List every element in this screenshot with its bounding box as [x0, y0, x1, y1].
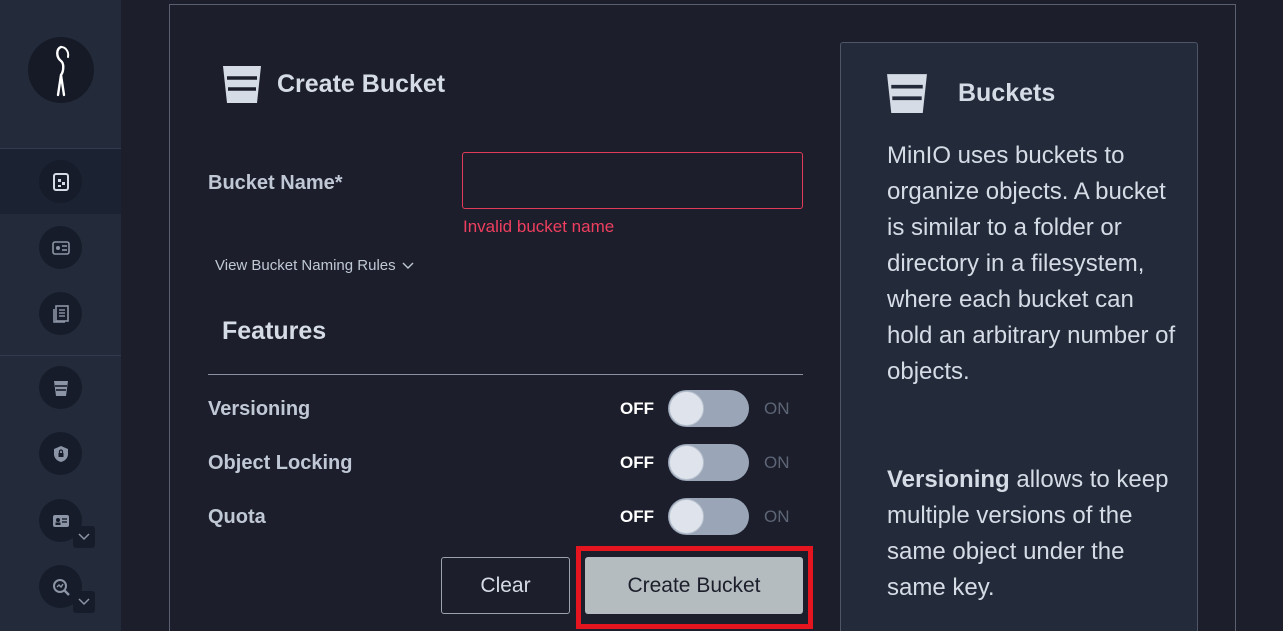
object-locking-toggle[interactable]	[668, 444, 749, 481]
create-bucket-highlight	[576, 546, 813, 629]
toggle-knob	[669, 391, 704, 426]
monitoring-expand-chevron-icon[interactable]	[73, 591, 95, 613]
rules-link-label: View Bucket Naming Rules	[215, 257, 396, 274]
versioning-on-label: ON	[764, 399, 790, 418]
bucket-name-input[interactable]	[462, 152, 803, 209]
object-locking-on-label: ON	[764, 453, 790, 472]
clear-button[interactable]: Clear	[441, 557, 570, 614]
quota-on-label: ON	[764, 507, 790, 526]
quota-off-label: OFF	[620, 507, 654, 526]
features-divider	[208, 374, 803, 375]
help-versioning-term: Versioning	[887, 466, 1010, 493]
minio-logo-icon[interactable]	[28, 37, 94, 103]
bucket-icon[interactable]	[39, 366, 82, 409]
policies-lock-icon[interactable]	[39, 432, 82, 475]
object-locking-off-label: OFF	[620, 453, 654, 472]
access-keys-icon[interactable]	[39, 226, 82, 269]
view-bucket-naming-rules-link[interactable]: View Bucket Naming Rules	[215, 257, 414, 274]
bucket-icon	[222, 64, 262, 109]
bucket-name-error: Invalid bucket name	[463, 217, 615, 236]
identity-expand-chevron-icon[interactable]	[73, 526, 95, 548]
quota-toggle[interactable]	[668, 498, 749, 535]
quota-label: Quota	[208, 506, 266, 528]
versioning-toggle[interactable]	[668, 390, 749, 427]
sidebar	[0, 0, 121, 631]
documentation-icon[interactable]	[39, 292, 82, 335]
help-paragraph-versioning: Versioning allows to keep multiple versi…	[887, 462, 1177, 606]
sidebar-divider	[0, 355, 121, 356]
object-locking-label: Object Locking	[208, 452, 353, 474]
versioning-label: Versioning	[208, 398, 311, 420]
bucket-name-label: Bucket Name*	[208, 172, 343, 194]
buckets-object-browser-icon[interactable]	[39, 160, 82, 203]
bucket-icon	[886, 72, 928, 119]
help-paragraph: MinIO uses buckets to organize objects. …	[887, 142, 1176, 385]
toggle-knob	[669, 445, 704, 480]
page-title: Create Bucket	[277, 70, 446, 98]
features-heading: Features	[222, 317, 327, 345]
chevron-down-icon	[402, 262, 414, 269]
help-title: Buckets	[958, 79, 1056, 107]
toggle-knob	[669, 499, 704, 534]
versioning-off-label: OFF	[620, 399, 654, 418]
